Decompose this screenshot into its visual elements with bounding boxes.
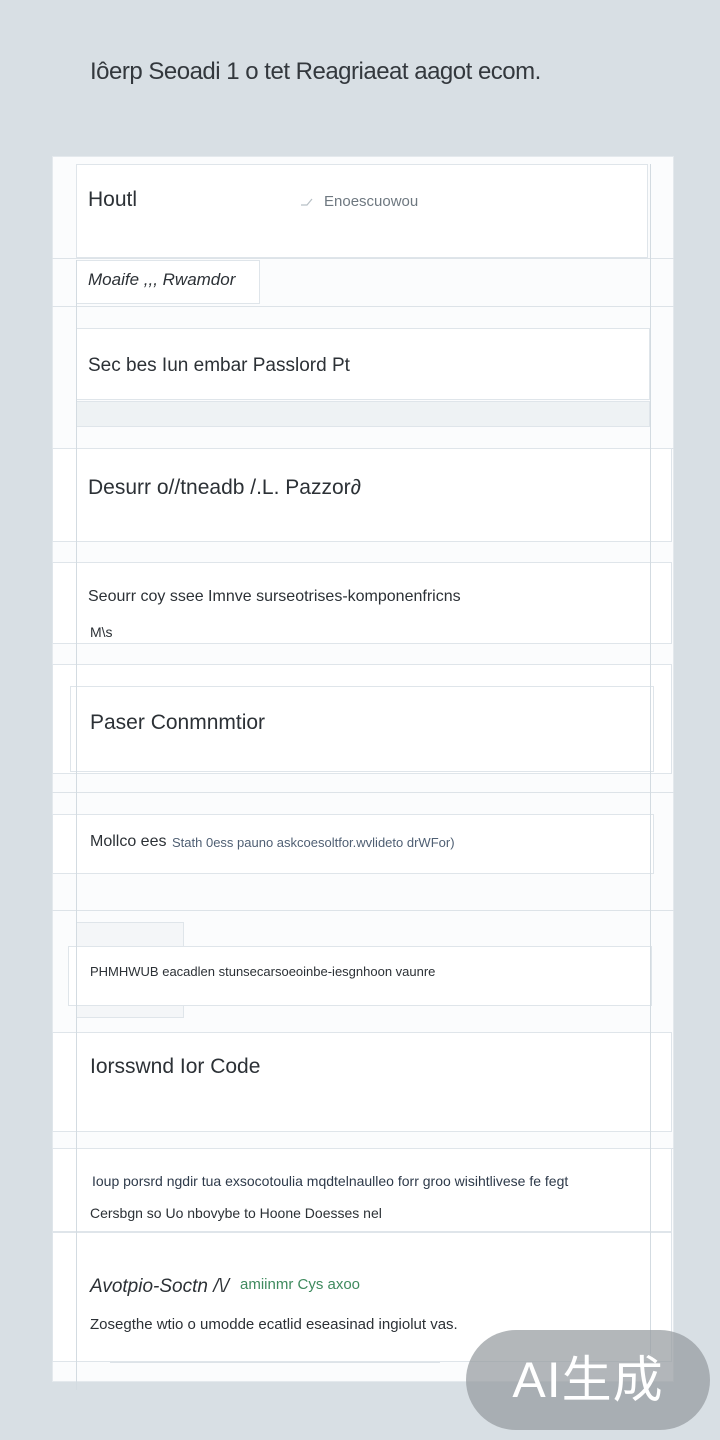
right-guide (650, 164, 651, 1354)
field-label-4: Desurr o//tneadb /.L. Pazzor∂ (88, 476, 362, 499)
field-accent-11: amiinmr Cys axoo (240, 1276, 361, 1293)
field-label-6: Paser Conmnmtior (90, 711, 266, 734)
field-desc-11: Zosegthe wtio o umodde ecatlid eseasinad… (90, 1316, 458, 1333)
field-row-9[interactable] (52, 1032, 672, 1132)
field-label-1: Houtl (88, 188, 138, 211)
field-label-3: Sec bes Iun embar Passlord Pt (88, 355, 350, 376)
divider (52, 306, 674, 307)
field-sub-5: M\s (90, 624, 113, 640)
progress-strip (76, 401, 650, 427)
field-line-10b: Cersbgn so Uo nbovybe to Hoone Doesses n… (90, 1205, 382, 1221)
left-guide (76, 260, 77, 1390)
field-label-11: Avotpio-Soctn /\/ (90, 1276, 230, 1297)
field-label-9: Iorsswnd Ior Code (90, 1055, 261, 1078)
field-label-5: Seourr coy ssee Imnve surseotrises-kompo… (88, 588, 461, 605)
field-row-1[interactable] (76, 164, 648, 258)
field-label-8: PHMHWUB eacadlen stunsecarsoeoinbe-iesgn… (90, 964, 436, 979)
field-label-7: Mollco ees (90, 833, 167, 850)
divider (110, 1362, 440, 1363)
page-title: Iôerp Seoadi 1 o tet Reagriaeat aagot ec… (90, 58, 541, 85)
field-detail-7: Stath 0ess pauno askcoesoltfor.wvlideto … (172, 835, 455, 850)
divider (52, 910, 674, 911)
field-label-2: Moaife ,,, Rwamdor (88, 270, 236, 289)
ai-generated-watermark: AI生成 (466, 1330, 710, 1430)
divider (52, 258, 674, 259)
field-hint-1: Enoescuowou (324, 193, 419, 210)
arrow-right-icon (301, 198, 313, 206)
divider (52, 792, 674, 793)
field-line-10a: Ioup porsrd ngdir tua exsocotoulia mqdte… (92, 1173, 569, 1189)
